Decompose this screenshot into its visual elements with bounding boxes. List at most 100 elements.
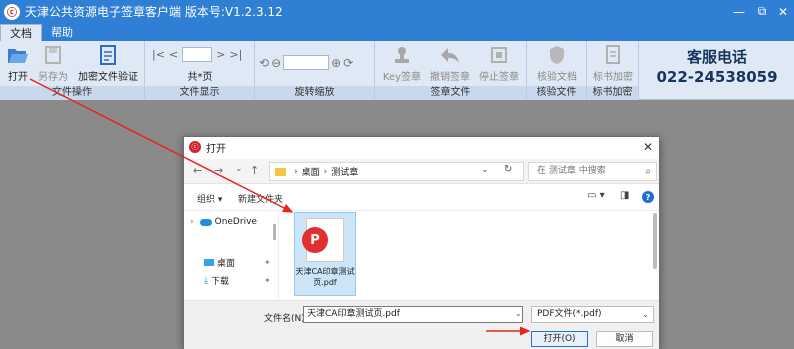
dialog-toolbar: 组织 ▾ 新建文件夹 ▭ ▾ ◨ ? xyxy=(184,185,659,211)
preview-pane-icon[interactable]: ◨ xyxy=(620,190,629,201)
recent-dropdown-icon[interactable]: ⌄ xyxy=(235,164,243,174)
stop-sign-button[interactable]: 停止签章 xyxy=(476,44,522,83)
pdf-file-icon: P xyxy=(302,218,344,262)
rotate-left-icon[interactable]: ⟲ xyxy=(259,56,269,70)
encrypt-verify-button[interactable]: 加密文件验证 xyxy=(75,44,141,83)
revoke-sign-button[interactable]: 撤销签章 xyxy=(428,44,472,83)
service-title: 客服电话 xyxy=(686,48,747,66)
sidebar-item-desktop[interactable]: 桌面 ✦ xyxy=(204,256,271,269)
pin-icon: ✦ xyxy=(264,258,271,267)
file-list-scrollbar[interactable] xyxy=(653,213,657,269)
search-icon: ⌕ xyxy=(645,166,651,177)
page-input[interactable] xyxy=(182,47,213,62)
breadcrumb-separator: › xyxy=(323,166,328,177)
new-folder-button[interactable]: 新建文件夹 xyxy=(238,192,283,205)
sidebar-item-downloads[interactable]: ⤓ 下载 ✦ xyxy=(204,274,271,288)
group-label-sign-doc: 签章文件 xyxy=(375,86,526,100)
open-button[interactable]: 打开 xyxy=(4,44,32,83)
organize-button[interactable]: 组织 ▾ xyxy=(197,192,222,205)
zoom-input[interactable] xyxy=(283,55,330,70)
download-icon: ⤓ xyxy=(204,275,208,286)
cancel-button[interactable]: 取消 xyxy=(596,331,653,347)
menu-tab-help[interactable]: 帮助 xyxy=(42,24,82,41)
next-page-button[interactable]: > xyxy=(216,48,225,61)
breadcrumb-separator: › xyxy=(294,166,298,177)
zoom-out-icon[interactable]: ⊖ xyxy=(271,56,281,70)
restore-button[interactable]: ⧉ xyxy=(751,0,773,23)
group-label-file-display: 文件显示 xyxy=(145,86,254,100)
stop-icon xyxy=(476,44,522,66)
doc-lock-icon xyxy=(591,44,635,66)
page-total: 共*页 xyxy=(187,72,213,83)
service-hotline: 客服电话 022-24538059 xyxy=(640,46,794,86)
minimize-button[interactable]: — xyxy=(728,0,750,23)
app-title: 天津公共资源电子签章客户端 版本号:V1.2.3.12 xyxy=(25,5,283,19)
group-verify-doc: 核验文档 核验文件 xyxy=(527,41,587,100)
service-phone: 022-24538059 xyxy=(656,68,778,86)
group-encrypt-doc: 标书加密 标书加密 xyxy=(587,41,639,100)
key-sign-button[interactable]: Key签章 xyxy=(380,44,424,83)
refresh-icon[interactable]: ↻ xyxy=(504,164,512,175)
forward-arrow-icon[interactable]: → xyxy=(214,164,223,177)
breadcrumb-test-seal[interactable]: 测试章 xyxy=(331,165,358,178)
view-mode-icon[interactable]: ▭ ▾ xyxy=(587,190,605,201)
undo-arrow-icon xyxy=(428,44,472,66)
back-arrow-icon[interactable]: ← xyxy=(193,164,202,177)
nav-pane: › OneDrive 桌面 ✦ ⤓ 下载 ✦ xyxy=(184,211,279,300)
last-page-button[interactable]: >| xyxy=(229,48,242,61)
breadcrumb-desktop[interactable]: 桌面 xyxy=(302,165,320,178)
doc-verify-icon xyxy=(75,44,141,66)
save-as-button[interactable]: 另存为 xyxy=(36,44,70,83)
filename-dropdown-icon[interactable]: ⌄ xyxy=(515,309,522,318)
chevron-down-icon: ⌄ xyxy=(642,310,649,319)
dialog-title: 打开 xyxy=(206,143,226,155)
dialog-nav-bar: ← → ⌄ ↑ › 桌面 › 测试章 ⌄ ↻ 在 测试章 中搜索 ⌕ xyxy=(184,159,659,184)
app-logo-icon: ⓒ xyxy=(4,3,20,20)
app-logo-icon: ⓒ xyxy=(189,141,201,153)
menu-bar: 文档 帮助 xyxy=(0,23,794,41)
dialog-close-button[interactable]: ✕ xyxy=(643,140,653,154)
verify-doc-button[interactable]: 核验文档 xyxy=(533,44,581,83)
group-label-file-ops: 文件操作 xyxy=(0,86,144,100)
file-item-pdf[interactable]: P 天津CA印章测试页.pdf xyxy=(294,212,356,296)
filename-label: 文件名(N): xyxy=(264,314,308,324)
ribbon: 打开 另存为 加密文件验证 文件操作 |< < > >| 共*页 文件显示 ⟲ … xyxy=(0,41,794,100)
title-bar: ⓒ 天津公共资源电子签章客户端 版本号:V1.2.3.12 — ⧉ ✕ xyxy=(0,0,794,23)
nav-scrollbar[interactable] xyxy=(273,224,276,240)
first-page-button[interactable]: |< xyxy=(152,48,165,61)
prev-page-button[interactable]: < xyxy=(169,48,178,61)
filetype-select[interactable]: PDF文件(*.pdf) ⌄ xyxy=(531,306,654,323)
folder-open-icon xyxy=(4,44,32,66)
up-arrow-icon[interactable]: ↑ xyxy=(250,164,259,177)
menu-tab-document[interactable]: 文档 xyxy=(0,24,42,41)
group-rotate-zoom: ⟲ ⊖ ⊕ ⟳ 旋转缩放 xyxy=(255,41,375,100)
group-file-ops: 打开 另存为 加密文件验证 文件操作 xyxy=(0,41,145,100)
zoom-controls: ⟲ ⊖ ⊕ ⟳ xyxy=(259,55,353,70)
group-label-encrypt-doc: 标书加密 xyxy=(587,86,638,100)
dialog-title-bar: ⓒ 打开 ✕ xyxy=(184,137,659,157)
desktop-icon xyxy=(204,259,214,266)
stamp-icon xyxy=(380,44,424,66)
close-button[interactable]: ✕ xyxy=(772,0,794,23)
search-input[interactable]: 在 测试章 中搜索 ⌕ xyxy=(528,162,657,181)
folder-icon xyxy=(275,167,286,176)
help-icon[interactable]: ? xyxy=(642,191,654,203)
file-list: P 天津CA印章测试页.pdf xyxy=(280,211,652,300)
rotate-right-icon[interactable]: ⟳ xyxy=(343,56,353,70)
shield-icon xyxy=(533,44,581,66)
group-sign-doc: Key签章 撤销签章 停止签章 签章文件 xyxy=(375,41,527,100)
pdf-badge-icon: P xyxy=(302,227,328,253)
chevron-right-icon: › xyxy=(190,217,194,227)
sidebar-item-onedrive[interactable]: › OneDrive xyxy=(190,217,257,227)
page-navigator: |< < > >| xyxy=(152,47,242,62)
group-file-display: |< < > >| 共*页 文件显示 xyxy=(145,41,255,100)
tender-encrypt-button[interactable]: 标书加密 xyxy=(591,44,635,83)
group-label-verify-doc: 核验文件 xyxy=(527,86,586,100)
group-label-rotate-zoom: 旋转缩放 xyxy=(255,86,374,100)
open-confirm-button[interactable]: 打开(O) xyxy=(531,331,588,347)
dialog-footer: 文件名(N): 天津CA印章测试页.pdf ⌄ PDF文件(*.pdf) ⌄ 打… xyxy=(184,300,659,349)
filename-input[interactable]: 天津CA印章测试页.pdf xyxy=(303,306,523,323)
zoom-in-icon[interactable]: ⊕ xyxy=(331,56,341,70)
cloud-icon xyxy=(199,218,212,226)
save-icon xyxy=(36,44,70,66)
